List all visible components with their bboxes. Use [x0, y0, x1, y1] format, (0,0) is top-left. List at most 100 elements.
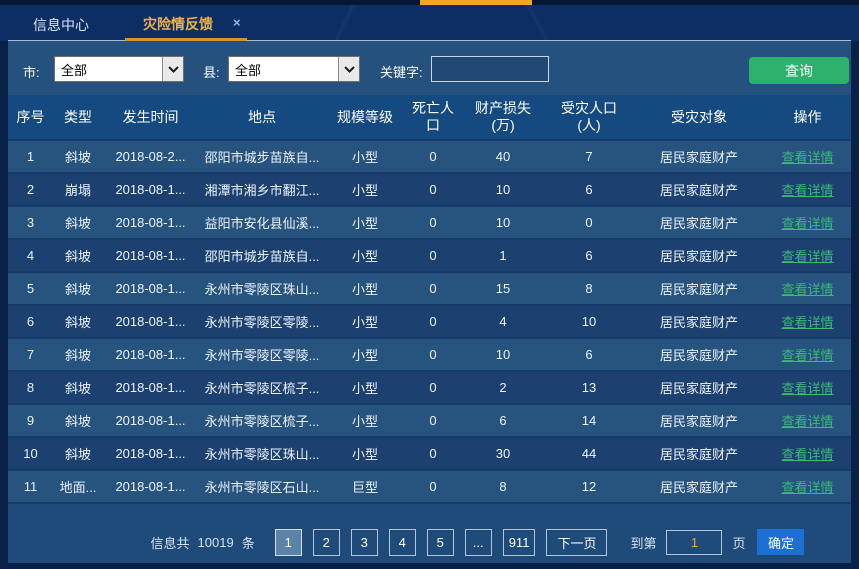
- cell-action: 查看详情: [764, 246, 851, 265]
- cell-action: 查看详情: [764, 477, 851, 496]
- cell-scale: 小型: [326, 213, 404, 232]
- tab-disaster-feedback[interactable]: 灾险情反馈: [143, 14, 213, 34]
- col-header-scale: 规模等级: [326, 109, 404, 126]
- cell-place: 永州市零陵区梳子...: [198, 411, 326, 430]
- col-header-place: 地点: [198, 109, 326, 126]
- cell-scale: 小型: [326, 345, 404, 364]
- cell-place: 永州市零陵区石山...: [198, 477, 326, 496]
- cell-target: 居民家庭财产: [634, 411, 764, 430]
- filter-bar: 市: 全部 县: 全部 关键字: 查询: [8, 41, 851, 95]
- cell-loss: 40: [462, 149, 544, 164]
- goto-page-label: 到第: [630, 533, 656, 552]
- view-detail-link[interactable]: 查看详情: [781, 381, 833, 396]
- view-detail-link[interactable]: 查看详情: [781, 282, 833, 297]
- view-detail-link[interactable]: 查看详情: [781, 447, 833, 462]
- cell-affected: 44: [544, 446, 634, 461]
- view-detail-link[interactable]: 查看详情: [781, 315, 833, 330]
- cell-action: 查看详情: [764, 147, 851, 166]
- cell-seq: 10: [8, 446, 53, 461]
- cell-scale: 小型: [326, 246, 404, 265]
- cell-scale: 小型: [326, 444, 404, 463]
- tab-info-center[interactable]: 信息中心: [33, 15, 89, 35]
- cell-deaths: 0: [404, 347, 462, 362]
- page-button-4[interactable]: 4: [389, 529, 416, 556]
- cell-target: 居民家庭财产: [634, 444, 764, 463]
- next-page-button[interactable]: 下一页: [546, 529, 607, 556]
- view-detail-link[interactable]: 查看详情: [781, 414, 833, 429]
- view-detail-link[interactable]: 查看详情: [781, 348, 833, 363]
- cell-loss: 30: [462, 446, 544, 461]
- cell-deaths: 0: [404, 248, 462, 263]
- cell-deaths: 0: [404, 479, 462, 494]
- table-row: 5 斜坡 2018-08-1... 永州市零陵区珠山... 小型 0 15 8 …: [8, 273, 851, 306]
- total-count: 10019: [198, 535, 234, 550]
- cell-affected: 6: [544, 248, 634, 263]
- view-detail-link[interactable]: 查看详情: [781, 150, 833, 165]
- cell-deaths: 0: [404, 380, 462, 395]
- col-header-deaths: 死亡人口: [404, 100, 462, 134]
- cell-action: 查看详情: [764, 411, 851, 430]
- chevron-down-icon: [162, 57, 183, 81]
- cell-time: 2018-08-1...: [103, 380, 198, 395]
- cell-time: 2018-08-1...: [103, 215, 198, 230]
- cell-place: 永州市零陵区梳子...: [198, 378, 326, 397]
- close-tab-icon[interactable]: ×: [233, 15, 241, 30]
- col-header-affected: 受灾人口(人): [544, 100, 634, 134]
- cell-time: 2018-08-1...: [103, 446, 198, 461]
- page-unit-label: 页: [732, 533, 745, 552]
- view-detail-link[interactable]: 查看详情: [781, 183, 833, 198]
- col-header-type: 类型: [53, 109, 103, 126]
- page-button-3[interactable]: 3: [351, 529, 378, 556]
- cell-place: 永州市零陵区零陵...: [198, 312, 326, 331]
- pagination-bar: 信息共 10019 条 1 2 3 4 5 ... 911 下一页 到第 页 确…: [8, 528, 851, 556]
- cell-type: 斜坡: [53, 246, 103, 265]
- cell-action: 查看详情: [764, 444, 851, 463]
- cell-loss: 10: [462, 215, 544, 230]
- cell-type: 斜坡: [53, 411, 103, 430]
- page-button-1[interactable]: 1: [275, 529, 302, 556]
- cell-deaths: 0: [404, 413, 462, 428]
- cell-seq: 3: [8, 215, 53, 230]
- page-button-5[interactable]: 5: [427, 529, 454, 556]
- cell-place: 邵阳市城步苗族自...: [198, 147, 326, 166]
- cell-seq: 1: [8, 149, 53, 164]
- view-detail-link[interactable]: 查看详情: [781, 249, 833, 264]
- cell-scale: 小型: [326, 411, 404, 430]
- keyword-label: 关键字:: [380, 62, 423, 81]
- cell-time: 2018-08-1...: [103, 248, 198, 263]
- search-button[interactable]: 查询: [749, 57, 849, 84]
- cell-type: 斜坡: [53, 279, 103, 298]
- cell-loss: 4: [462, 314, 544, 329]
- cell-time: 2018-08-2...: [103, 149, 198, 164]
- page-button-ellipsis[interactable]: ...: [465, 529, 492, 556]
- cell-target: 居民家庭财产: [634, 180, 764, 199]
- page-button-2[interactable]: 2: [313, 529, 340, 556]
- cell-scale: 小型: [326, 279, 404, 298]
- col-header-action: 操作: [764, 109, 851, 126]
- page-button-last[interactable]: 911: [503, 529, 536, 556]
- city-select[interactable]: 全部: [54, 56, 184, 82]
- keyword-input[interactable]: [431, 56, 549, 82]
- table-body: 1 斜坡 2018-08-2... 邵阳市城步苗族自... 小型 0 40 7 …: [8, 141, 851, 504]
- content-panel: 市: 全部 县: 全部 关键字: 查询 序号 类型 发生时间 地点: [8, 41, 851, 563]
- cell-affected: 0: [544, 215, 634, 230]
- goto-page-input[interactable]: [666, 530, 722, 555]
- cell-place: 益阳市安化县仙溪...: [198, 213, 326, 232]
- county-select-value: 全部: [229, 57, 338, 81]
- col-header-loss: 财产损失(万): [462, 100, 544, 134]
- cell-loss: 15: [462, 281, 544, 296]
- view-detail-link[interactable]: 查看详情: [781, 480, 833, 495]
- cell-deaths: 0: [404, 446, 462, 461]
- county-select[interactable]: 全部: [228, 56, 360, 82]
- col-header-time: 发生时间: [103, 109, 198, 126]
- view-detail-link[interactable]: 查看详情: [781, 216, 833, 231]
- table-header: 序号 类型 发生时间 地点 规模等级 死亡人口 财产损失(万) 受灾人口(人) …: [8, 95, 851, 141]
- confirm-button[interactable]: 确定: [757, 529, 804, 555]
- cell-scale: 小型: [326, 147, 404, 166]
- cell-loss: 6: [462, 413, 544, 428]
- cell-type: 斜坡: [53, 213, 103, 232]
- cell-type: 斜坡: [53, 444, 103, 463]
- total-info-label: 信息共: [151, 533, 190, 552]
- cell-target: 居民家庭财产: [634, 246, 764, 265]
- cell-target: 居民家庭财产: [634, 147, 764, 166]
